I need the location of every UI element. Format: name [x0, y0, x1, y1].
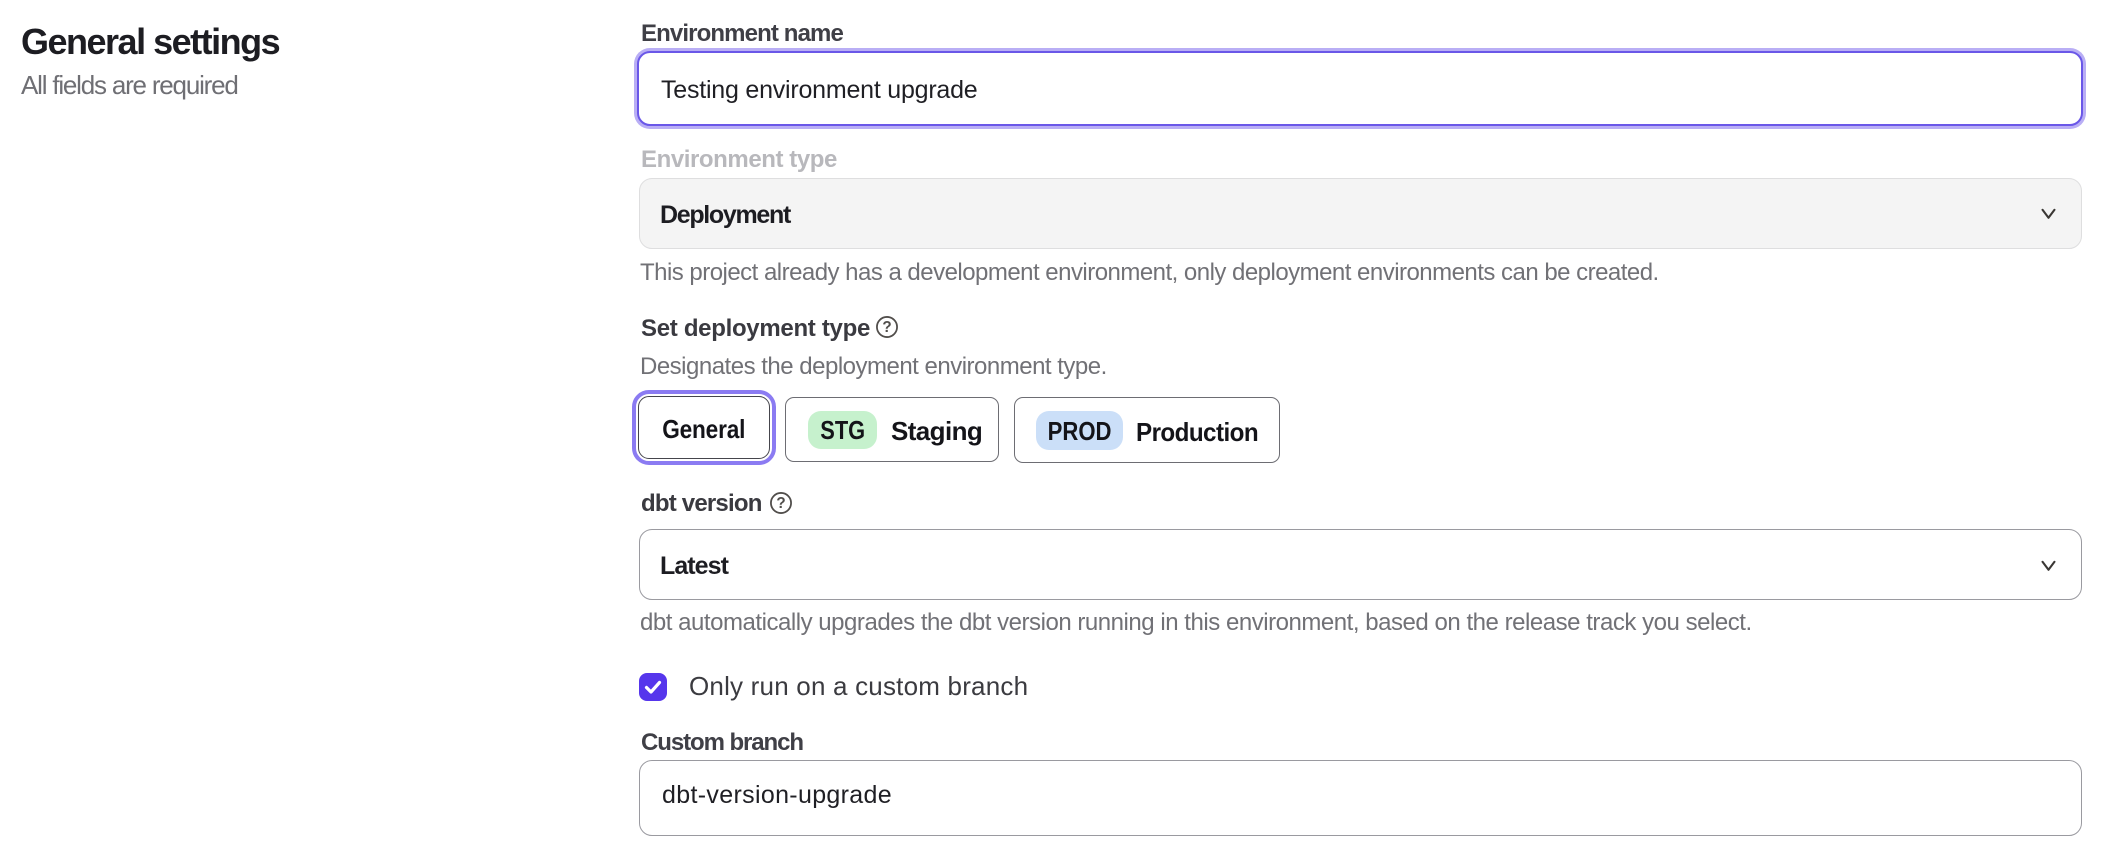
svg-text:?: ? — [882, 319, 891, 336]
svg-text:?: ? — [776, 495, 785, 512]
